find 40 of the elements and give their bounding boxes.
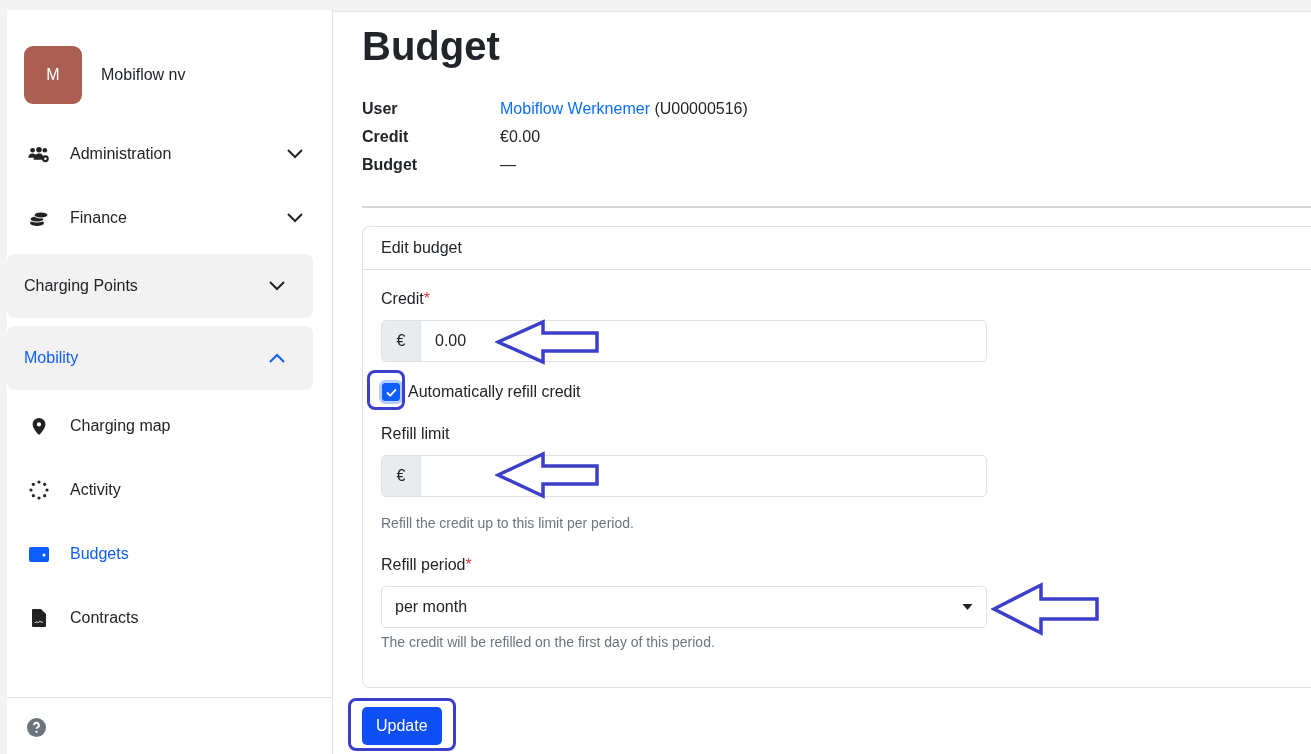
nav-item[interactable]: Administration [7,122,313,186]
nav-item[interactable]: Finance [7,186,313,250]
refill-limit-field[interactable]: € [381,455,987,497]
checkmark-icon [385,387,397,397]
nav-subitem[interactable]: Activity [7,458,313,522]
chevron-up-icon [269,353,285,363]
required-mark: * [465,556,472,574]
help-text: The credit will be refilled on the first day of this period. [381,634,716,650]
detail-label: Credit [362,128,410,146]
chevron-down-icon [287,149,303,159]
update-button[interactable]: Update [362,707,442,745]
help-text: Refill the credit up to this limit per period. [381,515,635,531]
detail-label: User [362,100,399,118]
chevron-down-icon [269,281,285,291]
refill-period-select[interactable]: per month [381,586,987,628]
card-title: Edit budget [381,239,462,257]
field-label: Refill period [381,556,466,574]
nav-subitem[interactable]: Contracts [7,586,313,650]
org-avatar: M [24,46,82,104]
help-icon[interactable] [27,718,46,737]
annotation-highlight [367,370,405,410]
detail-label: Budget [362,156,419,174]
page-title: Budget [362,23,501,70]
nav-item[interactable]: Charging Points [7,254,313,318]
caret-down-icon [962,604,973,610]
field-label: Credit [381,290,424,308]
detail-value: — [500,156,517,174]
detail-value: €0.00 [500,128,542,146]
nav-subitem[interactable]: Budgets [7,522,313,586]
nav-subitem[interactable]: Charging map [7,394,313,458]
checkbox-label: Automatically refill credit [408,383,581,401]
nav-item[interactable]: Mobility [7,326,313,390]
chevron-down-icon [287,213,303,223]
user-link[interactable]: Mobiflow Werknemer [500,100,650,117]
org-name: Mobiflow nv [101,66,186,84]
checkbox[interactable] [382,383,400,401]
credit-field[interactable]: € 0.00 [381,320,987,362]
required-mark: * [423,290,430,308]
field-label: Refill limit [381,425,450,443]
detail-value: (U00000516) [654,100,748,117]
